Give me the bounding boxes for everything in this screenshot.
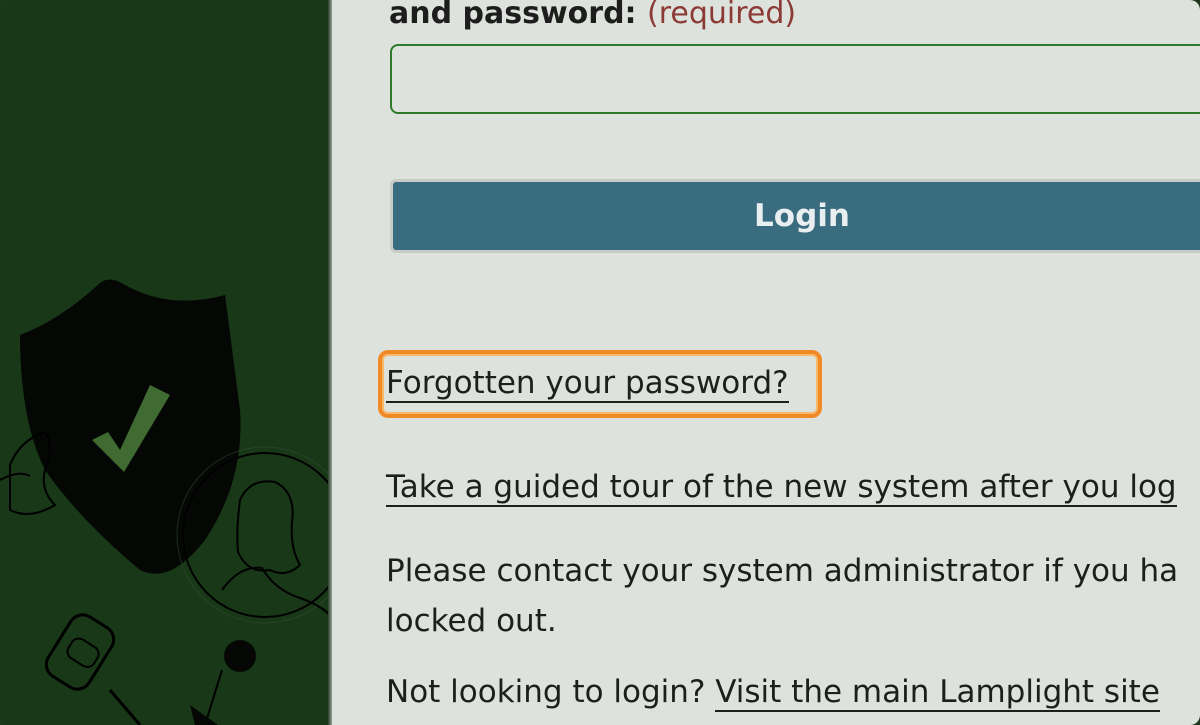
contact-admin-message: Please contact your system administrator…: [386, 546, 1200, 646]
contact-admin-line-1: Please contact your system administrator…: [386, 553, 1179, 589]
not-looking-prefix: Not looking to login?: [386, 674, 706, 710]
login-button[interactable]: Login: [390, 179, 1200, 253]
password-field[interactable]: [390, 44, 1200, 114]
not-looking-text: Not looking to login? Visit the main Lam…: [386, 674, 1160, 712]
shield-icon: [20, 279, 241, 574]
password-label: and password: (required): [389, 0, 796, 31]
forgot-password-link[interactable]: Forgotten your password?: [386, 365, 789, 403]
contact-admin-line-2: locked out.: [386, 603, 557, 639]
key-icon: [44, 613, 142, 725]
guided-tour-link[interactable]: Take a guided tour of the new system aft…: [386, 469, 1177, 507]
required-indicator: (required): [647, 0, 797, 31]
main-site-link[interactable]: Visit the main Lamplight site: [715, 674, 1160, 712]
login-window: and password: (required) Login Forgotten…: [0, 0, 1200, 725]
illustration-panel: [0, 0, 330, 725]
password-label-text: and password:: [389, 0, 637, 31]
security-illustration: [0, 279, 330, 725]
login-form-panel: and password: (required) Login Forgotten…: [332, 0, 1200, 725]
